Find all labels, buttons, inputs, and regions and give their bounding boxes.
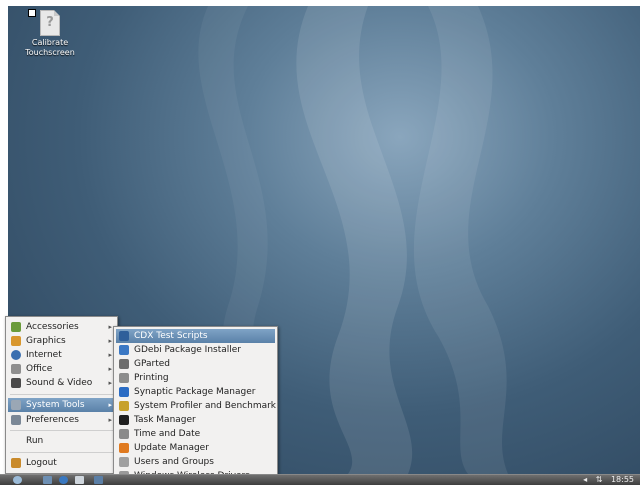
menu-item-run[interactable]: Run bbox=[8, 434, 115, 448]
office-icon bbox=[11, 364, 21, 374]
terminal-icon bbox=[75, 476, 84, 484]
terminal-icon bbox=[119, 331, 129, 341]
submenu-arrow-icon: ▸ bbox=[108, 365, 112, 373]
taskbar-panel: ◂ ⇅ 18:55 bbox=[0, 474, 640, 485]
system-tools-icon bbox=[11, 400, 21, 410]
menu-item-update-manager[interactable]: Update Manager bbox=[116, 441, 275, 455]
graphics-icon bbox=[11, 336, 21, 346]
show-desktop-icon bbox=[94, 476, 103, 484]
accessories-icon bbox=[11, 322, 21, 332]
desktop-icon-calibrate-touchscreen[interactable]: ? Calibrate Touchscreen bbox=[20, 9, 80, 58]
menu-item-office[interactable]: Office ▸ bbox=[8, 362, 115, 376]
disk-icon bbox=[119, 359, 129, 369]
submenu-arrow-icon: ▸ bbox=[108, 379, 112, 387]
menu-item-logout[interactable]: Logout bbox=[8, 456, 115, 470]
users-icon bbox=[119, 457, 129, 467]
system-tools-submenu: CDX Test Scripts GDebi Package Installer… bbox=[113, 326, 278, 484]
internet-icon bbox=[11, 350, 21, 360]
menu-item-system-profiler-and-benchmark[interactable]: System Profiler and Benchmark bbox=[116, 399, 276, 413]
profiler-icon bbox=[119, 401, 129, 411]
menu-item-cdx-test-scripts[interactable]: CDX Test Scripts bbox=[116, 329, 275, 343]
submenu-arrow-icon: ▸ bbox=[108, 351, 112, 359]
file-icon: ? bbox=[40, 10, 60, 36]
menu-item-gparted[interactable]: GParted bbox=[116, 357, 275, 371]
task-manager-icon bbox=[119, 415, 129, 425]
menu-item-system-tools[interactable]: System Tools ▸ bbox=[8, 398, 115, 412]
submenu-arrow-icon: ▸ bbox=[108, 337, 112, 345]
desktop-icon-label: Calibrate Touchscreen bbox=[25, 38, 75, 57]
selection-marker bbox=[28, 9, 36, 17]
clock-icon bbox=[119, 429, 129, 439]
network-icon[interactable]: ⇅ bbox=[596, 475, 603, 484]
synaptic-icon bbox=[119, 387, 129, 397]
menu-item-printing[interactable]: Printing bbox=[116, 371, 275, 385]
package-icon bbox=[119, 345, 129, 355]
preferences-icon bbox=[11, 415, 21, 425]
file-manager-icon bbox=[43, 476, 52, 484]
start-menu-icon bbox=[13, 476, 22, 484]
menu-item-time-and-date[interactable]: Time and Date bbox=[116, 427, 275, 441]
menu-item-synaptic-package-manager[interactable]: Synaptic Package Manager bbox=[116, 385, 275, 399]
main-menu: Accessories ▸ Graphics ▸ Internet ▸ Offi… bbox=[5, 316, 118, 474]
volume-icon[interactable]: ◂ bbox=[583, 475, 587, 484]
menu-item-internet[interactable]: Internet ▸ bbox=[8, 348, 115, 362]
submenu-arrow-icon: ▸ bbox=[108, 323, 112, 331]
menu-item-sound-video[interactable]: Sound & Video ▸ bbox=[8, 376, 115, 390]
menu-item-users-and-groups[interactable]: Users and Groups bbox=[116, 455, 275, 469]
menu-item-task-manager[interactable]: Task Manager bbox=[116, 413, 275, 427]
menu-item-preferences[interactable]: Preferences ▸ bbox=[8, 413, 115, 427]
menu-item-graphics[interactable]: Graphics ▸ bbox=[8, 334, 115, 348]
logout-icon bbox=[11, 458, 21, 468]
submenu-arrow-icon: ▸ bbox=[108, 401, 112, 409]
sound-video-icon bbox=[11, 378, 21, 388]
clock[interactable]: 18:55 bbox=[611, 475, 634, 484]
menu-separator bbox=[10, 430, 113, 431]
submenu-arrow-icon: ▸ bbox=[108, 416, 112, 424]
update-icon bbox=[119, 443, 129, 453]
menu-separator bbox=[10, 452, 113, 453]
menu-separator bbox=[10, 394, 113, 395]
browser-icon bbox=[59, 476, 68, 484]
menu-item-accessories[interactable]: Accessories ▸ bbox=[8, 320, 115, 334]
printer-icon bbox=[119, 373, 129, 383]
menu-item-gdebi-package-installer[interactable]: GDebi Package Installer bbox=[116, 343, 275, 357]
